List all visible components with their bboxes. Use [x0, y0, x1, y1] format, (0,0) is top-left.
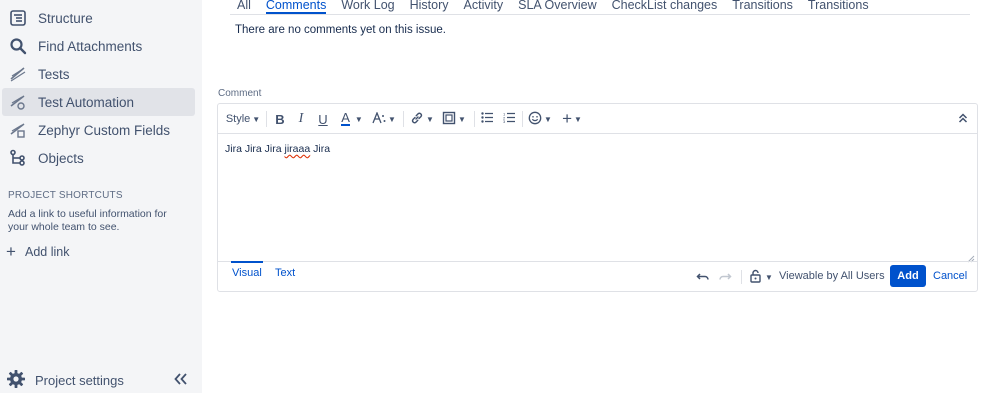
zephyr-icon: [8, 120, 28, 140]
chevron-down-icon: ▼: [544, 114, 552, 124]
bullet-list-button[interactable]: [480, 109, 494, 129]
gear-icon: [6, 369, 26, 392]
tabs-divider: [230, 14, 970, 15]
resize-handle[interactable]: [967, 250, 975, 263]
text-mode-tab[interactable]: Text: [275, 267, 295, 279]
sidebar: Structure Find Attachments Tests Test Au…: [0, 0, 202, 393]
toolbar-divider: [522, 111, 523, 127]
redo-icon[interactable]: [718, 270, 732, 284]
emoji-button[interactable]: ▼: [528, 109, 552, 129]
insert-media-button[interactable]: ▼: [442, 109, 466, 129]
text-color-button[interactable]: A ▼: [338, 109, 366, 129]
tab-transitions[interactable]: Transitions: [732, 0, 793, 14]
footer-divider: [741, 270, 742, 284]
visibility-dropdown[interactable]: ▼: [750, 269, 773, 285]
no-comments-message: There are no comments yet on this issue.: [235, 24, 446, 36]
editor-footer: Visual Text ▼ Viewable by All Users Add …: [218, 261, 977, 291]
project-settings-label: Project settings: [35, 373, 124, 388]
tab-all[interactable]: All: [237, 0, 251, 14]
toolbar-divider: [403, 111, 404, 127]
italic-button[interactable]: I: [294, 109, 308, 129]
more-formatting-icon: [372, 110, 386, 127]
add-link-label: Add link: [25, 245, 70, 259]
tab-activity[interactable]: Activity: [464, 0, 504, 14]
tab-transitions-2[interactable]: Transitions: [808, 0, 869, 14]
tab-sla-overview[interactable]: SLA Overview: [518, 0, 597, 14]
plus-icon: +: [6, 242, 16, 261]
visibility-label: Viewable by All Users: [779, 270, 885, 282]
underline-button[interactable]: U: [316, 109, 330, 129]
tab-work-log[interactable]: Work Log: [341, 0, 394, 14]
sidebar-item-label: Zephyr Custom Fields: [38, 122, 171, 138]
plus-icon: +: [562, 109, 572, 128]
bold-button[interactable]: B: [273, 109, 287, 129]
sidebar-item-objects[interactable]: Objects: [2, 144, 195, 172]
undo-icon[interactable]: [696, 270, 710, 284]
project-settings-link[interactable]: Project settings: [6, 369, 124, 392]
chevron-down-icon: ▼: [252, 114, 261, 124]
tab-checklist-changes[interactable]: CheckList changes: [612, 0, 718, 14]
style-dropdown[interactable]: Style ▼: [226, 109, 260, 129]
insert-more-button[interactable]: + ▼: [560, 109, 584, 129]
activity-tabs: All Comments Work Log History Activity S…: [237, 0, 884, 14]
sidebar-item-find-attachments[interactable]: Find Attachments: [2, 32, 195, 60]
chevron-down-icon: ▼: [458, 114, 466, 124]
text-color-icon: A: [341, 110, 350, 126]
emoji-icon: [528, 111, 542, 128]
project-shortcuts-heading: PROJECT SHORTCUTS: [8, 190, 123, 201]
sidebar-item-label: Structure: [38, 10, 93, 26]
sidebar-item-label: Objects: [38, 150, 84, 166]
editor-toolbar: Style ▼ B I U A ▼ ▼ ▼ ▼ 1 2 3 ▼ + ▼: [218, 104, 977, 134]
test-automation-icon: [8, 92, 28, 112]
objects-icon: [8, 148, 28, 168]
sidebar-item-zephyr-custom-fields[interactable]: Zephyr Custom Fields: [2, 116, 195, 144]
style-dropdown-label: Style: [225, 113, 251, 125]
svg-text:3: 3: [503, 119, 506, 123]
unlock-icon: [750, 269, 762, 286]
structure-icon: [8, 8, 28, 28]
link-button[interactable]: ▼: [410, 109, 434, 129]
comment-text-area[interactable]: Jira Jira Jira jiraaa Jira: [225, 143, 330, 155]
add-link-button[interactable]: + Add link: [6, 242, 70, 261]
cancel-button[interactable]: Cancel: [933, 270, 967, 282]
sidebar-item-test-automation[interactable]: Test Automation: [2, 88, 195, 116]
chevron-down-icon: ▼: [574, 114, 582, 124]
add-comment-button[interactable]: Add: [890, 265, 926, 287]
chevron-down-icon: ▼: [354, 114, 363, 124]
numbered-list-icon: 123: [503, 112, 515, 126]
comment-label: Comment: [218, 88, 262, 99]
visual-mode-tab[interactable]: Visual: [231, 261, 263, 279]
sidebar-item-structure[interactable]: Structure: [2, 4, 195, 32]
link-icon: [410, 111, 424, 128]
sidebar-item-label: Tests: [38, 66, 70, 82]
comment-text-end: Jira: [310, 143, 331, 155]
comment-text: Jira Jira Jira: [225, 143, 285, 155]
chevron-down-icon: ▼: [426, 114, 434, 124]
double-chevron-left-icon: [174, 372, 188, 388]
tab-comments[interactable]: Comments: [265, 0, 327, 14]
tests-icon: [8, 64, 28, 84]
collapse-toolbar-button[interactable]: [956, 109, 970, 129]
comment-editor: Style ▼ B I U A ▼ ▼ ▼ ▼ 1 2 3 ▼ + ▼ Jira…: [217, 103, 978, 292]
sidebar-item-tests[interactable]: Tests: [2, 60, 195, 88]
search-icon: [8, 36, 28, 56]
toolbar-divider: [266, 111, 267, 127]
sidebar-item-label: Find Attachments: [38, 38, 143, 54]
more-formatting-button[interactable]: ▼: [372, 109, 396, 129]
chevron-down-icon: ▼: [388, 114, 396, 124]
double-chevron-up-icon: [958, 112, 968, 126]
misspelled-word: jiraaa: [284, 143, 311, 155]
collapse-sidebar-button[interactable]: [172, 371, 190, 389]
tab-history[interactable]: History: [410, 0, 449, 14]
media-icon: [442, 111, 456, 128]
toolbar-divider: [474, 111, 475, 127]
project-shortcuts-description: Add a link to useful information for you…: [8, 208, 167, 233]
bullet-list-icon: [481, 112, 493, 126]
chevron-down-icon: ▼: [765, 272, 773, 282]
sidebar-item-label: Test Automation: [38, 94, 135, 110]
numbered-list-button[interactable]: 123: [502, 109, 516, 129]
